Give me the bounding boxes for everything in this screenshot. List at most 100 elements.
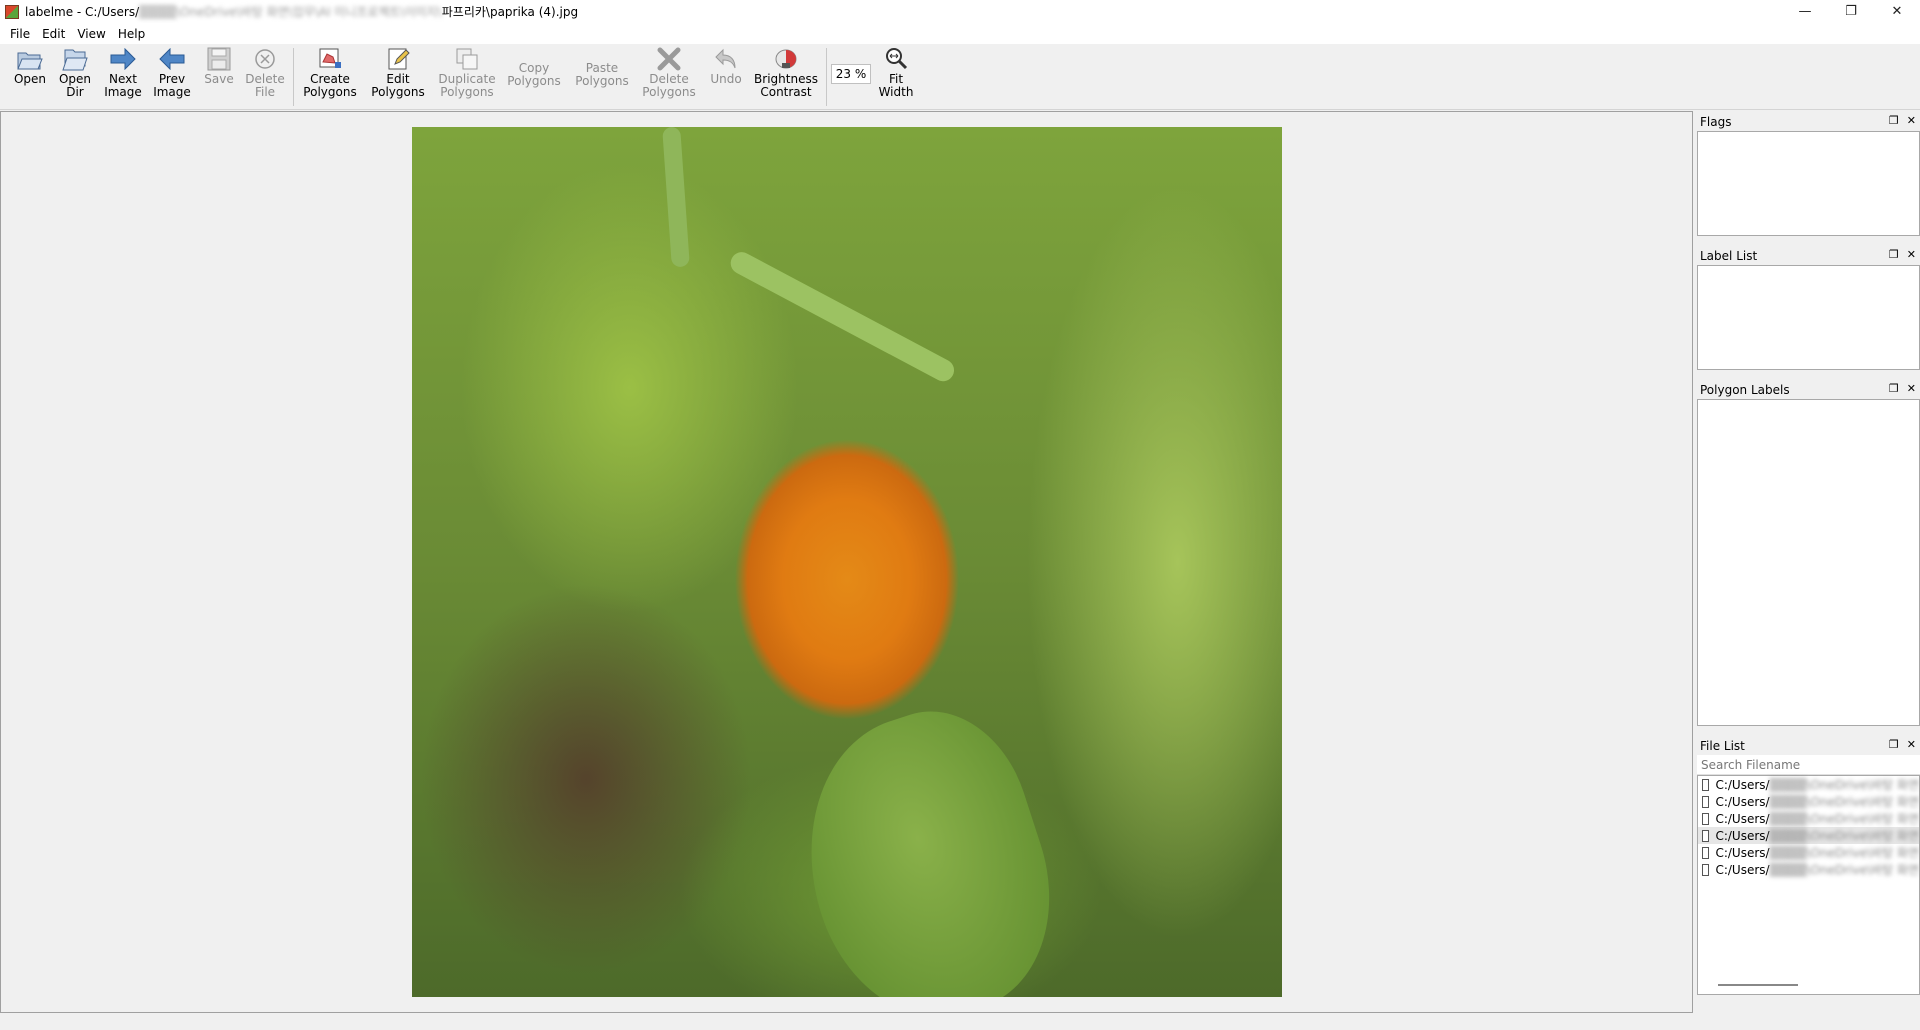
delete-polygons-button[interactable]: Delete Polygons (640, 46, 698, 99)
close-button[interactable]: ✕ (1874, 0, 1920, 23)
label-list-title: Label List (1700, 248, 1758, 263)
close-icon[interactable]: ✕ (1907, 738, 1916, 751)
toolbar-separator (293, 48, 294, 106)
open-label: Open (13, 72, 47, 86)
label-list[interactable] (1697, 265, 1920, 370)
polygon-labels-list[interactable] (1697, 399, 1920, 726)
list-item[interactable]: C:/Users/▒▒▒▒\OneDrive\바탕 화면 (1698, 861, 1919, 878)
paste-polygons-button[interactable]: Paste Polygons (572, 62, 632, 88)
brightness-contrast-button[interactable]: Brightness Contrast (752, 46, 820, 99)
list-item[interactable]: C:/Users/▒▒▒▒\OneDrive\바탕 화면 (1698, 793, 1919, 810)
float-icon[interactable]: ❐ (1889, 382, 1899, 395)
list-item[interactable]: C:/Users/▒▒▒▒\OneDrive\바탕 화면 (1698, 776, 1919, 793)
duplicate-polygons-button[interactable]: Duplicate Polygons (434, 46, 500, 99)
file-checkbox[interactable] (1702, 863, 1710, 876)
undo-button[interactable]: Undo (706, 46, 746, 86)
menu-view[interactable]: View (71, 27, 111, 41)
list-item[interactable]: C:/Users/▒▒▒▒\OneDrive\바탕 화면 (1698, 810, 1919, 827)
duplicate-polygons-label: Duplicate Polygons (438, 72, 496, 99)
window-controls: — ❐ ✕ (1782, 0, 1920, 23)
edit-polygons-button[interactable]: Edit Polygons (368, 46, 428, 99)
close-icon[interactable]: ✕ (1907, 114, 1916, 127)
open-button[interactable]: Open (10, 46, 50, 86)
float-icon[interactable]: ❐ (1889, 114, 1899, 127)
polygon-labels-title: Polygon Labels (1700, 382, 1790, 397)
create-polygons-button[interactable]: Create Polygons (300, 46, 360, 99)
brightness-contrast-label: Brightness Contrast (754, 72, 818, 99)
toolbar-separator (826, 48, 827, 106)
file-checkbox[interactable] (1702, 778, 1710, 791)
photo-leaf (771, 688, 1083, 997)
list-item[interactable]: C:/Users/▒▒▒▒\OneDrive\바탕 화면 (1698, 844, 1919, 861)
undo-arrow-icon (711, 46, 741, 72)
polygon-labels-dock-title: Polygon Labels ❐ ✕ (1697, 380, 1920, 399)
paste-polygons-label: Paste Polygons (575, 61, 629, 88)
file-path-blurred: ▒▒▒▒\OneDrive\바탕 화면 (1769, 778, 1919, 792)
file-checkbox[interactable] (1702, 812, 1710, 825)
close-icon[interactable]: ✕ (1907, 248, 1916, 261)
save-button[interactable]: Save (200, 46, 238, 86)
prev-image-label: Prev Image (153, 72, 191, 99)
file-list[interactable]: C:/Users/▒▒▒▒\OneDrive\바탕 화면 C:/Users/▒▒… (1697, 775, 1920, 995)
pencil-edit-icon (383, 46, 413, 72)
brightness-contrast-icon (771, 46, 801, 72)
menu-bar: File Edit View Help (0, 23, 1920, 44)
restore-button[interactable]: ❐ (1828, 0, 1874, 23)
file-checkbox[interactable] (1702, 795, 1710, 808)
float-icon[interactable]: ❐ (1889, 248, 1899, 261)
arrow-right-icon (108, 46, 138, 72)
copy-polygons-button[interactable]: Copy Polygons (504, 62, 564, 88)
next-image-label: Next Image (104, 72, 142, 99)
list-item[interactable]: C:/Users/▒▒▒▒\OneDrive\바탕 화면 (1698, 827, 1919, 844)
polygon-labels-dock: Polygon Labels ❐ ✕ (1697, 380, 1920, 726)
file-path: C:/Users/ (1715, 777, 1770, 792)
paprika-photo[interactable] (412, 127, 1282, 997)
save-label: Save (204, 72, 234, 86)
folder-open-icon (15, 46, 45, 72)
file-path-blurred: ▒▒▒▒\OneDrive\바탕 화면 (1769, 829, 1919, 843)
toolbar: Open Open Dir Next Image Prev Image Save… (0, 44, 1920, 110)
close-icon[interactable]: ✕ (1907, 382, 1916, 395)
delete-file-button[interactable]: Delete File (243, 46, 287, 99)
file-checkbox[interactable] (1702, 846, 1710, 859)
file-path: C:/Users/ (1715, 828, 1770, 843)
open-dir-label: Open Dir (58, 72, 92, 99)
flags-dock-title: Flags ❐ ✕ (1697, 112, 1920, 131)
copy-polygons-label: Copy Polygons (507, 61, 561, 88)
file-checkbox[interactable] (1702, 829, 1710, 842)
photo-stem (662, 127, 690, 268)
next-image-button[interactable]: Next Image (101, 46, 145, 99)
file-list-dock: File List ❐ ✕ Search Filename C:/Users/▒▒… (1697, 736, 1920, 995)
file-path: C:/Users/ (1715, 862, 1770, 877)
create-polygon-icon (315, 46, 345, 72)
horizontal-scrollbar[interactable] (1718, 984, 1798, 986)
delete-polygons-label: Delete Polygons (642, 72, 696, 99)
label-list-dock-title: Label List ❐ ✕ (1697, 246, 1920, 265)
file-path: C:/Users/ (1715, 811, 1770, 826)
create-polygons-label: Create Polygons (303, 72, 357, 99)
file-list-title: File List (1700, 738, 1745, 753)
status-bar (0, 1013, 1920, 1030)
cross-delete-icon (654, 46, 684, 72)
prev-image-button[interactable]: Prev Image (150, 46, 194, 99)
open-dir-button[interactable]: Open Dir (55, 46, 95, 99)
search-filename-input[interactable]: Search Filename (1697, 755, 1920, 775)
flags-list[interactable] (1697, 131, 1920, 236)
zoom-spinbox[interactable]: 23 % (831, 64, 871, 84)
fit-width-button[interactable]: Fit Width (876, 46, 916, 99)
delete-file-label: Delete File (245, 72, 285, 99)
image-canvas[interactable] (0, 111, 1693, 1013)
minimize-button[interactable]: — (1782, 0, 1828, 23)
file-path-blurred: ▒▒▒▒\OneDrive\바탕 화면 (1769, 863, 1919, 877)
window-title: labelme - C:/Users/▒▒▒▒\OneDrive\바탕 화면\업… (25, 3, 578, 20)
title-file-name: 파프리카\paprika (4).jpg (441, 5, 579, 19)
file-path-blurred: ▒▒▒▒\OneDrive\바탕 화면 (1769, 795, 1919, 809)
menu-help[interactable]: Help (112, 27, 151, 41)
float-icon[interactable]: ❐ (1889, 738, 1899, 751)
menu-file[interactable]: File (4, 27, 36, 41)
arrow-left-icon (157, 46, 187, 72)
file-path-blurred: ▒▒▒▒\OneDrive\바탕 화면 (1769, 846, 1919, 860)
file-list-dock-title: File List ❐ ✕ (1697, 736, 1920, 755)
folder-stack-icon (60, 46, 90, 72)
menu-edit[interactable]: Edit (36, 27, 71, 41)
